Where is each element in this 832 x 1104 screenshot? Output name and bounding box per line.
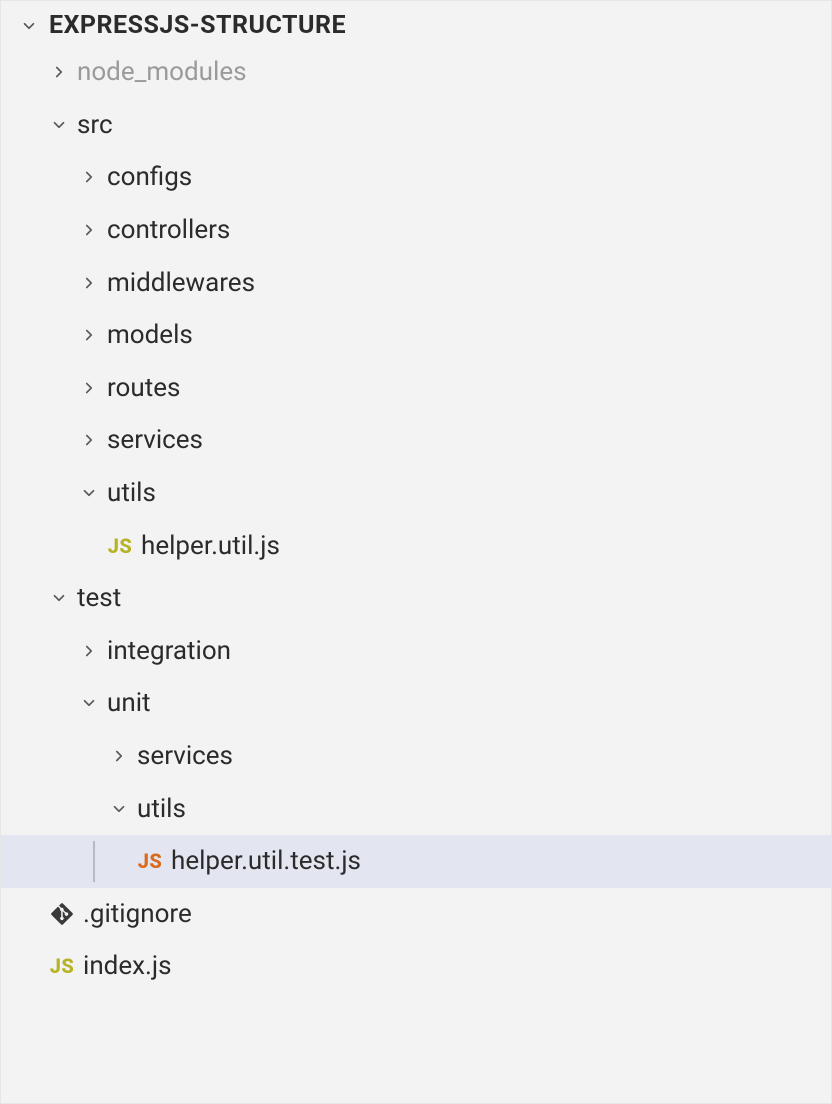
chevron-down-icon	[45, 589, 73, 607]
tree-item-label: index.js	[79, 951, 172, 981]
tree-folder-middlewares[interactable]: middlewares	[1, 256, 831, 309]
tree-folder-test[interactable]: test	[1, 572, 831, 625]
tree-item-label: helper.util.js	[137, 531, 280, 561]
tree-item-label: models	[103, 320, 193, 350]
chevron-right-icon	[105, 747, 133, 765]
tree-item-label: configs	[103, 162, 192, 192]
tree-folder-unit-utils[interactable]: utils	[1, 782, 831, 835]
chevron-right-icon	[75, 274, 103, 292]
tree-file-gitignore[interactable]: .gitignore	[1, 888, 831, 941]
tree-folder-controllers[interactable]: controllers	[1, 204, 831, 257]
tree-file-index-js[interactable]: JS index.js	[1, 940, 831, 993]
chevron-right-icon	[75, 221, 103, 239]
js-file-icon: JS	[133, 849, 167, 873]
chevron-right-icon	[75, 326, 103, 344]
tree-folder-models[interactable]: models	[1, 309, 831, 362]
tree-item-label: unit	[103, 688, 151, 718]
chevron-down-icon	[75, 484, 103, 502]
chevron-right-icon	[45, 63, 73, 81]
tree-item-label: node_modules	[73, 57, 247, 87]
tree-item-label: helper.util.test.js	[167, 846, 361, 876]
tree-item-label: src	[73, 110, 113, 140]
tree-item-label: middlewares	[103, 268, 255, 298]
chevron-down-icon	[15, 17, 43, 35]
tree-file-helper-util-test[interactable]: JS helper.util.test.js	[1, 835, 831, 888]
tree-folder-routes[interactable]: routes	[1, 362, 831, 415]
tree-item-label: services	[133, 741, 233, 771]
tree-item-label: utils	[133, 794, 186, 824]
root-folder-label: EXPRESSJS-STRUCTURE	[43, 11, 346, 40]
tree-folder-src[interactable]: src	[1, 99, 831, 152]
tree-item-label: routes	[103, 373, 180, 403]
tree-folder-node-modules[interactable]: node_modules	[1, 46, 831, 99]
file-tree: node_modules src configs controllers	[1, 46, 831, 993]
tree-file-helper-util[interactable]: JS helper.util.js	[1, 519, 831, 572]
tree-folder-configs[interactable]: configs	[1, 151, 831, 204]
tree-folder-utils[interactable]: utils	[1, 467, 831, 520]
tree-item-label: .gitignore	[79, 899, 192, 929]
chevron-right-icon	[75, 379, 103, 397]
chevron-down-icon	[75, 694, 103, 712]
tree-item-label: utils	[103, 478, 156, 508]
chevron-right-icon	[75, 168, 103, 186]
js-file-icon: JS	[103, 534, 137, 558]
chevron-down-icon	[105, 800, 133, 818]
chevron-down-icon	[45, 116, 73, 134]
tree-item-label: controllers	[103, 215, 230, 245]
tree-folder-unit-services[interactable]: services	[1, 730, 831, 783]
root-folder-header[interactable]: EXPRESSJS-STRUCTURE	[1, 1, 831, 46]
chevron-right-icon	[75, 431, 103, 449]
file-explorer-panel: EXPRESSJS-STRUCTURE node_modules src con…	[0, 0, 832, 1104]
tree-item-label: test	[73, 583, 121, 613]
tree-item-label: services	[103, 425, 203, 455]
js-file-icon: JS	[45, 954, 79, 978]
tree-folder-integration[interactable]: integration	[1, 625, 831, 678]
tree-folder-services[interactable]: services	[1, 414, 831, 467]
chevron-right-icon	[75, 642, 103, 660]
tree-folder-unit[interactable]: unit	[1, 677, 831, 730]
tree-item-label: integration	[103, 636, 231, 666]
git-icon	[45, 902, 79, 926]
